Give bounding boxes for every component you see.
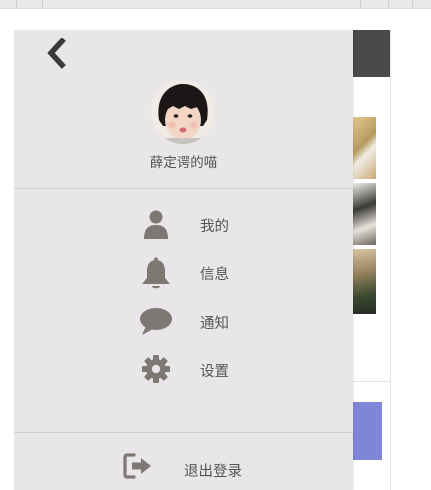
menu-item-notifications[interactable]: 通知 [14, 300, 353, 344]
user-icon [138, 207, 174, 243]
menu-item-messages[interactable]: 信息 [14, 251, 353, 295]
logout-label: 退出登录 [184, 464, 242, 480]
sign-out-icon [122, 450, 154, 482]
menu-item-settings[interactable]: 设置 [14, 348, 353, 392]
logout-button[interactable]: 退出登录 [14, 448, 353, 490]
menu-item-mine[interactable]: 我的 [14, 203, 353, 247]
strip-separator [412, 0, 413, 8]
strip-separator [42, 0, 43, 8]
menu-item-label: 信息 [200, 267, 229, 283]
food-thumbnail[interactable] [352, 183, 376, 245]
side-drawer: 薛定谔的喵 我的 信息 通知 设置 退出登录 [14, 30, 353, 490]
header-divider [14, 188, 353, 189]
menu-item-label: 通知 [200, 316, 229, 332]
chevron-left-icon [47, 37, 66, 69]
gear-icon [138, 352, 174, 388]
strip-separator [388, 0, 389, 8]
menu-item-label: 设置 [200, 364, 229, 380]
food-thumbnail[interactable] [352, 249, 376, 314]
strip-separator [16, 0, 17, 8]
strip-separator [360, 0, 361, 8]
page-action-button[interactable] [352, 402, 382, 460]
food-thumbnail[interactable] [352, 117, 376, 179]
comment-icon [138, 304, 174, 340]
avatar-image [151, 80, 215, 144]
footer-divider [14, 432, 353, 433]
username: 薛定谔的喵 [149, 155, 218, 171]
menu-item-label: 我的 [200, 219, 229, 235]
browser-top-strip [0, 0, 431, 9]
bell-icon [138, 255, 174, 291]
avatar[interactable] [151, 80, 215, 144]
back-button[interactable] [44, 37, 70, 70]
